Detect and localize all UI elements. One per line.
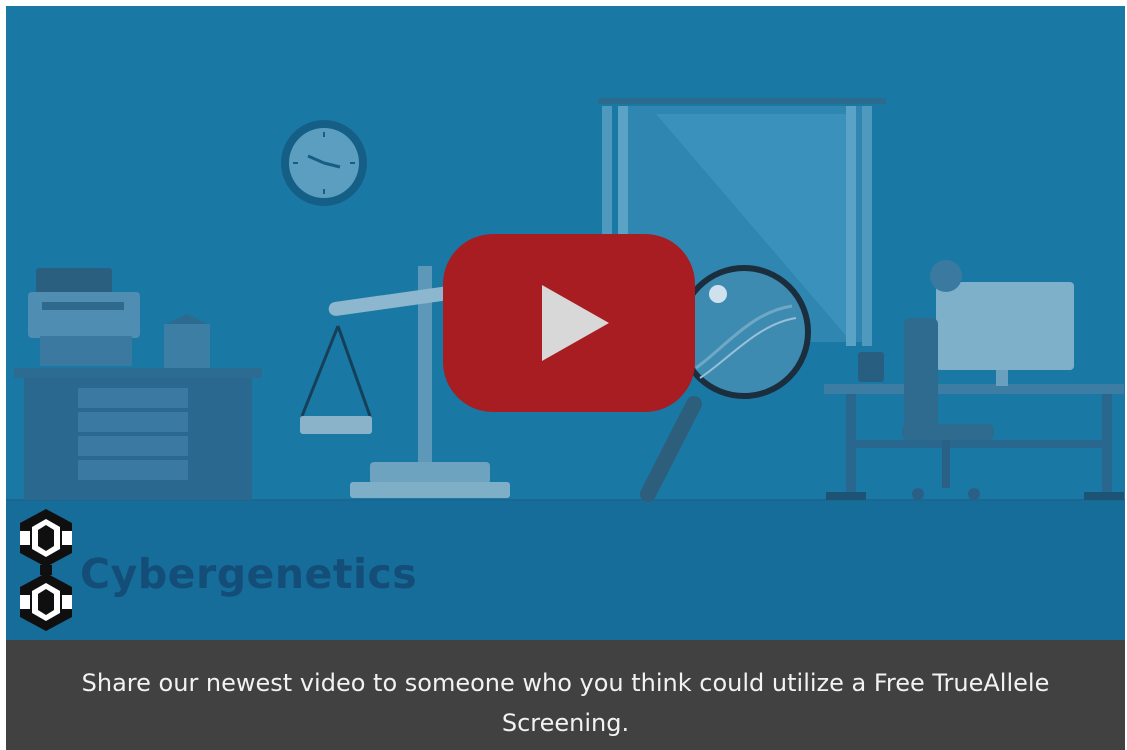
play-button[interactable]	[443, 234, 695, 412]
video-thumbnail[interactable]: Cybergenetics	[6, 6, 1125, 640]
brand-name: Cybergenetics	[80, 550, 418, 598]
brand-watermark: Cybergenetics	[16, 506, 417, 636]
cabinet	[14, 368, 262, 500]
plant-box	[164, 314, 210, 368]
caption-bar: Share our newest video to someone who yo…	[6, 640, 1125, 750]
wall-clock	[281, 120, 367, 206]
caption-text: Share our newest video to someone who yo…	[81, 669, 1050, 737]
video-embed: Cybergenetics Share our newest video to …	[6, 6, 1125, 750]
cybergenetics-logo-icon	[20, 509, 72, 631]
printer	[28, 268, 140, 366]
